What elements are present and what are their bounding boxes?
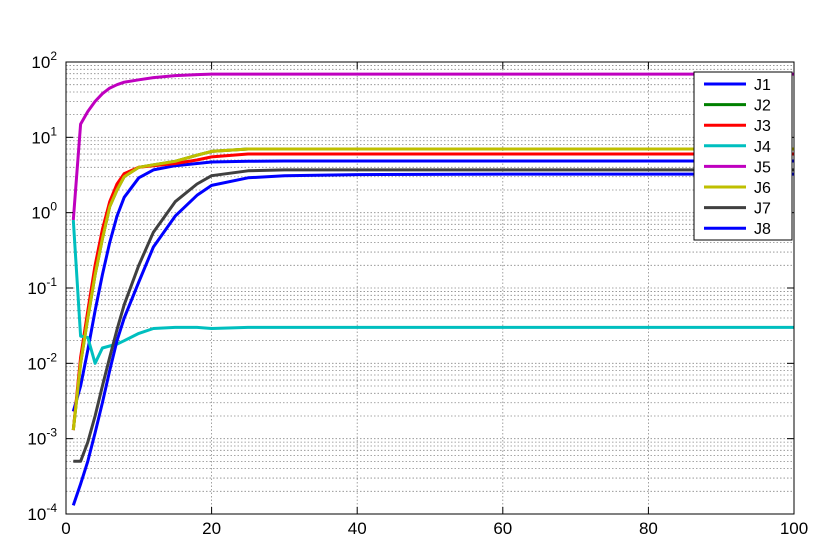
x-tick-label: 100 xyxy=(780,519,808,538)
legend-label-j1: J1 xyxy=(754,77,771,94)
legend-box xyxy=(693,71,793,241)
x-tick-label: 60 xyxy=(493,519,512,538)
x-tick-label: 0 xyxy=(61,519,70,538)
line-chart: 0 20 40 60 80 100 10-410-310-210-1100101102 J… xyxy=(0,0,831,554)
legend-label-j7: J7 xyxy=(754,201,771,218)
x-tick-label: 40 xyxy=(348,519,367,538)
legend-label-j4: J4 xyxy=(754,139,771,156)
legend-label-j3: J3 xyxy=(754,118,771,135)
x-tick-label: 80 xyxy=(639,519,658,538)
legend: J1 J2 J3 J4 J5 J6 J7 J8 xyxy=(693,71,793,241)
legend-label-j5: J5 xyxy=(754,159,771,176)
x-tick-label: 20 xyxy=(202,519,221,538)
legend-label-j6: J6 xyxy=(754,180,771,197)
legend-label-j2: J2 xyxy=(754,98,771,115)
legend-label-j8: J8 xyxy=(754,221,771,238)
